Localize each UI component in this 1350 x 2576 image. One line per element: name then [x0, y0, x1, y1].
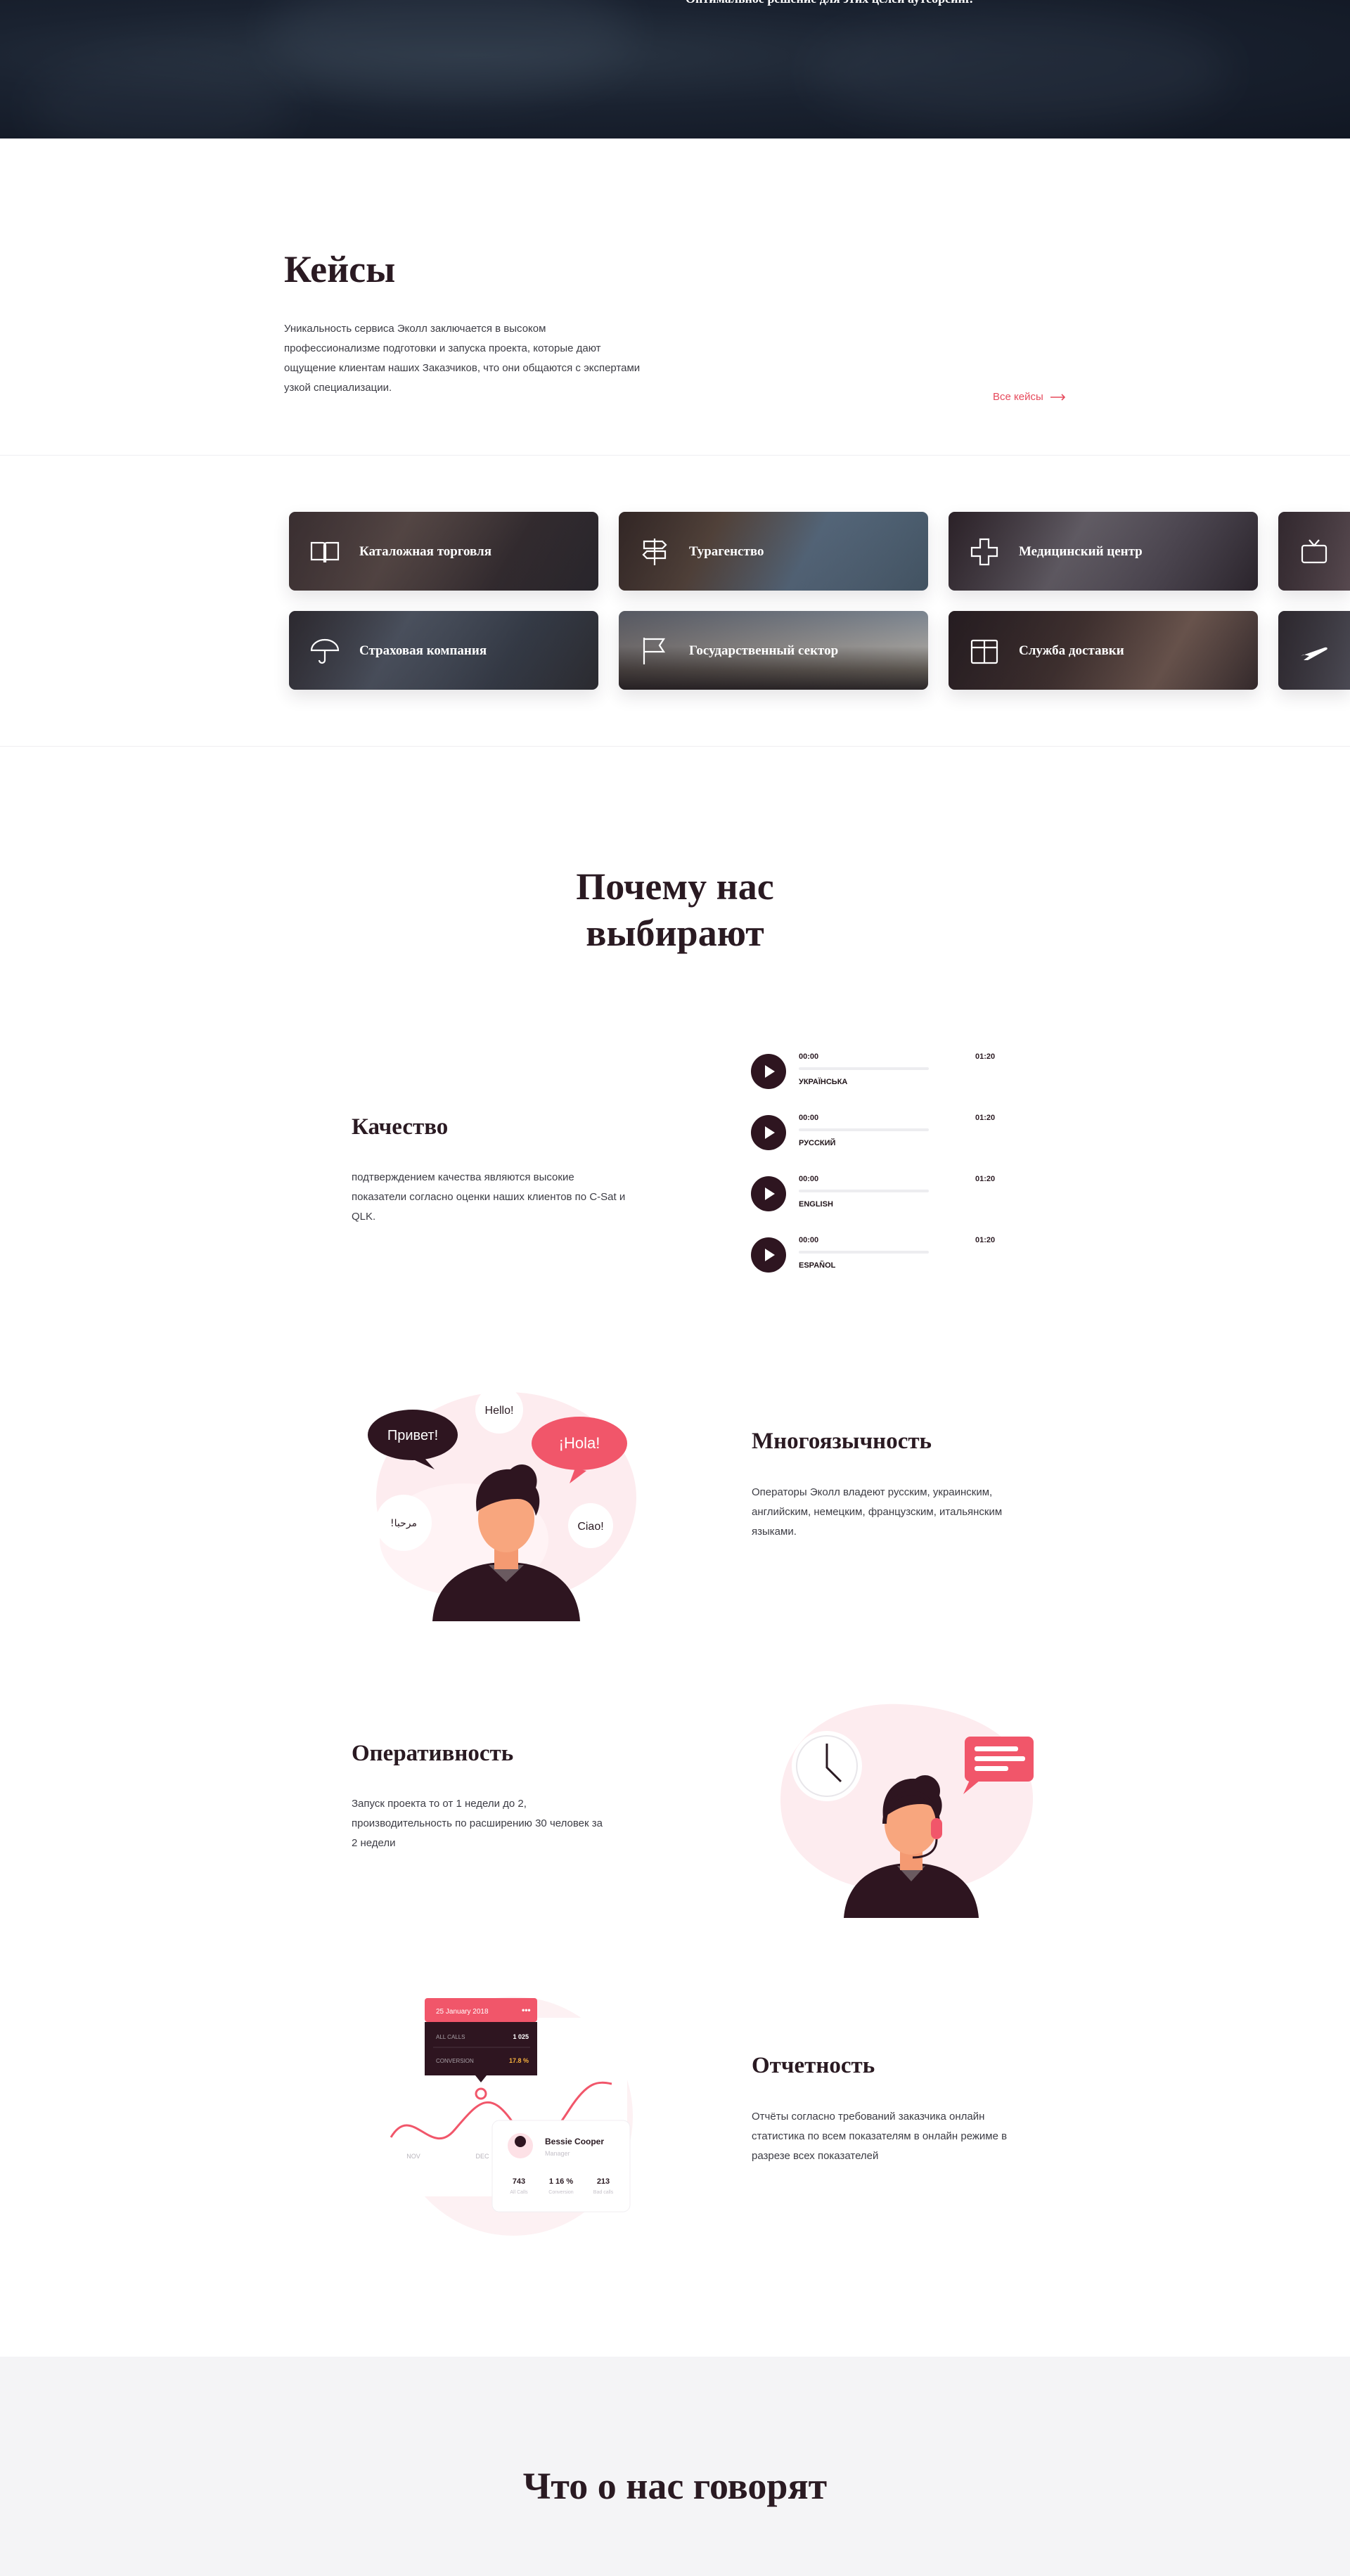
- track-progress[interactable]: [799, 1251, 929, 1254]
- track-language: РУССКИЙ: [799, 1139, 836, 1147]
- report-stat-label: Conversion: [548, 2190, 574, 2195]
- feature-text-reporting: Отчёты согласно требований заказчика онл…: [752, 2111, 1008, 2162]
- case-card-delivery[interactable]: Служба доставки: [949, 611, 1258, 690]
- case-card-catalog[interactable]: Каталожная торговля: [289, 512, 598, 591]
- case-label: Страховая компания: [359, 643, 487, 658]
- audio-track: 00:00 01:20 РУССКИЙ: [751, 1114, 1004, 1156]
- medical-cross-icon: [970, 538, 998, 566]
- report-row-value: 1 025: [513, 2033, 529, 2040]
- operator-illustration: [780, 1704, 1034, 1918]
- why-title-line1: Почему нас: [576, 865, 774, 908]
- why-title: Почему нас выбирают: [464, 863, 886, 956]
- track-duration: 01:20: [975, 1114, 996, 1122]
- track-current-time: 00:00: [799, 1175, 819, 1183]
- report-stat-value: 743: [513, 2177, 525, 2186]
- multilingual-illustration: Привет! Hello! ¡Hola! !مرحبا Ciao!: [368, 1386, 636, 1621]
- cases-title: Кейсы: [284, 248, 396, 290]
- report-row-label: CONVERSION: [436, 2058, 474, 2064]
- feature-text-quality: подтверждением качества являются высокие…: [352, 1171, 626, 1223]
- signpost-icon: [642, 539, 667, 565]
- case-card-travel[interactable]: Турагенство: [619, 512, 928, 591]
- case-card-government[interactable]: Государственный сектор: [619, 611, 928, 690]
- track-duration: 01:20: [975, 1175, 996, 1183]
- chart-axis-label: DEC: [475, 2153, 489, 2160]
- case-card-insurance[interactable]: Страховая компания: [289, 611, 598, 690]
- audio-track: 00:00 01:20 ENGLISH: [751, 1175, 1004, 1217]
- play-button[interactable]: [751, 1237, 786, 1273]
- track-current-time: 00:00: [799, 1236, 819, 1244]
- case-label: Каталожная торговля: [359, 544, 491, 559]
- box-icon: [970, 639, 998, 664]
- track-language: ENGLISH: [799, 1200, 833, 1209]
- bubble-text-ciao: Ciao!: [577, 1521, 603, 1533]
- report-illustration: NOV DEC 25 January 2018 ••• ALL CALLS 1 …: [385, 1997, 633, 2236]
- feature-title-reporting: Отчетность: [752, 2053, 875, 2078]
- cases-description: Уникальность сервиса Эколл заключается в…: [284, 323, 641, 394]
- track-duration: 01:20: [975, 1052, 996, 1061]
- report-user-name: Bessie Cooper: [545, 2137, 604, 2146]
- hero-banner: Оптимальное решение для этих целей аутсо…: [0, 0, 1350, 139]
- all-cases-link[interactable]: Все кейсы: [993, 391, 1066, 403]
- report-stat-value: 213: [597, 2177, 610, 2186]
- reviews-title: Что о нас говорят: [522, 2465, 828, 2507]
- book-icon: [310, 541, 340, 563]
- case-label: Государственный сектор: [689, 643, 839, 658]
- bubble-text-hola: ¡Hola!: [559, 1434, 600, 1452]
- feature-text-speed: Запуск проекта то от 1 недели до 2, прои…: [352, 1798, 603, 1849]
- report-stat-value: 1 16 %: [549, 2177, 573, 2186]
- airplane-icon: [1301, 647, 1328, 660]
- case-label: Служба доставки: [1019, 643, 1124, 658]
- report-date: 25 January 2018: [436, 2008, 489, 2016]
- track-language: ESPAÑOL: [799, 1261, 836, 1270]
- bubble-text-privet: Привет!: [387, 1428, 438, 1443]
- feature-title-quality: Качество: [352, 1114, 449, 1140]
- report-stat-label: All Calls: [510, 2190, 528, 2195]
- play-button[interactable]: [751, 1115, 786, 1150]
- feature-title-speed: Оперативность: [352, 1741, 514, 1766]
- hero-subtitle: Оптимальное решение для этих целей аутсо…: [686, 0, 1051, 8]
- umbrella-icon: [310, 638, 340, 664]
- case-card-airline[interactable]: [1278, 611, 1350, 690]
- report-user-role: Manager: [545, 2150, 570, 2157]
- track-language: УКРАЇНСЬКА: [799, 1078, 848, 1086]
- track-progress[interactable]: [799, 1190, 929, 1192]
- feature-text-multilingual: Операторы Эколл владеют русским, украинс…: [752, 1486, 1003, 1538]
- divider: [0, 455, 1350, 456]
- play-button[interactable]: [751, 1176, 786, 1211]
- report-row-label: ALL CALLS: [436, 2034, 465, 2040]
- case-card-tv[interactable]: [1278, 512, 1350, 591]
- audio-track: 00:00 01:20 УКРАЇНСЬКА: [751, 1052, 1004, 1095]
- bubble-text-hello: Hello!: [485, 1405, 514, 1417]
- case-label: Медицинский центр: [1019, 544, 1143, 559]
- why-title-line2: выбирают: [586, 912, 764, 954]
- chart-axis-label: NOV: [406, 2153, 420, 2160]
- svg-text:•••: •••: [522, 2005, 531, 2015]
- arrow-right-icon: [1050, 393, 1065, 401]
- track-current-time: 00:00: [799, 1114, 819, 1122]
- track-duration: 01:20: [975, 1236, 996, 1244]
- divider: [0, 746, 1350, 747]
- all-cases-link-label: Все кейсы: [993, 391, 1043, 403]
- audio-track: 00:00 01:20 ESPAÑOL: [751, 1236, 1004, 1278]
- bubble-text-arabic: !مرحبا: [390, 1518, 417, 1529]
- case-card-medical[interactable]: Медицинский центр: [949, 512, 1258, 591]
- report-row-value: 17.8 %: [509, 2057, 529, 2064]
- report-stat-label: Bad calls: [593, 2190, 614, 2195]
- flag-icon: [643, 638, 666, 664]
- case-label: Турагенство: [689, 544, 764, 559]
- tv-icon: [1301, 539, 1328, 564]
- play-button[interactable]: [751, 1054, 786, 1089]
- track-current-time: 00:00: [799, 1052, 819, 1061]
- track-progress[interactable]: [799, 1128, 929, 1131]
- feature-title-multilingual: Многоязычность: [752, 1429, 932, 1454]
- track-progress[interactable]: [799, 1067, 929, 1070]
